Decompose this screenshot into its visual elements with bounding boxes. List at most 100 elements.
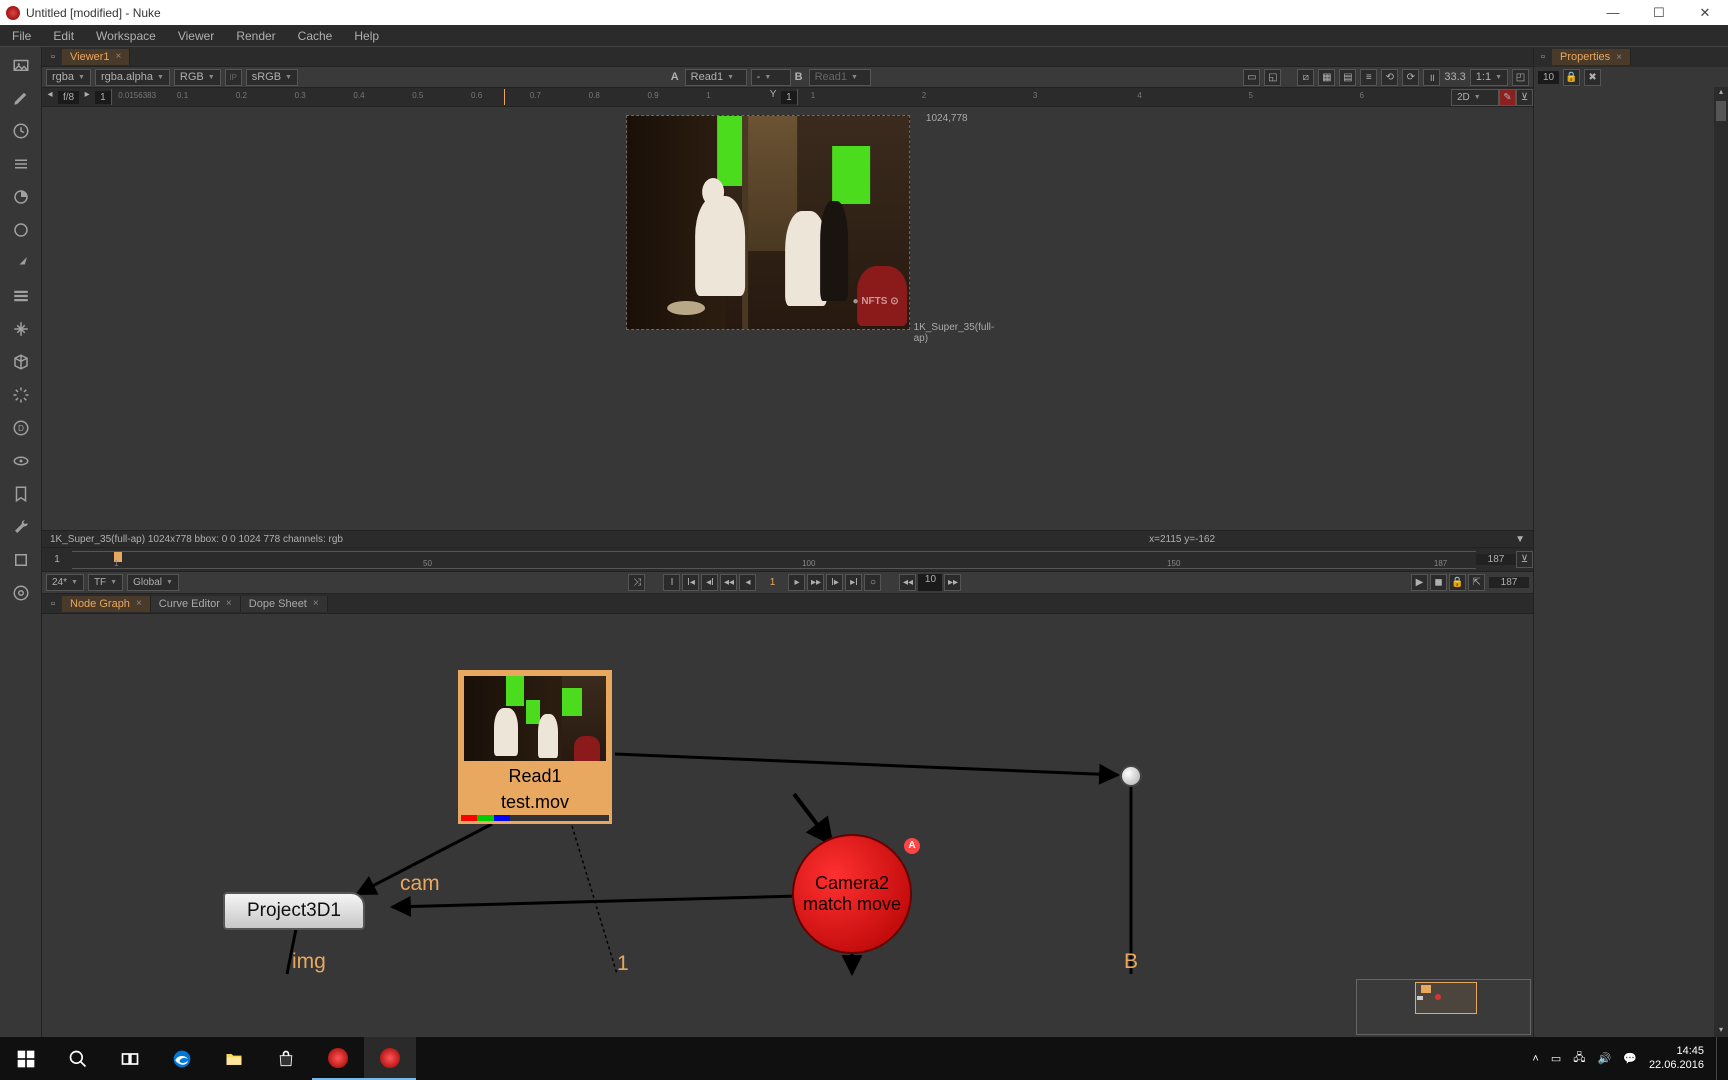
tool-toolsets-icon[interactable]	[11, 517, 31, 537]
overlay-icon[interactable]: ▦	[1318, 69, 1335, 86]
tool-image-icon[interactable]	[11, 55, 31, 75]
shuffle-icon[interactable]: ⤨	[628, 574, 645, 591]
clear-all-icon[interactable]: ✖	[1584, 69, 1601, 86]
tab-properties[interactable]: Properties×	[1552, 49, 1631, 65]
roi-icon[interactable]: ▭	[1243, 69, 1260, 86]
flipbook-icon[interactable]: ⇱	[1468, 574, 1485, 591]
tray-chevron-up-icon[interactable]: ˄	[1532, 1053, 1538, 1065]
layer-dropdown[interactable]: rgba▼	[46, 69, 91, 86]
lut-dropdown[interactable]: sRGB▼	[246, 69, 298, 86]
node-read1[interactable]: Read1 test.mov	[458, 670, 612, 824]
fps-dropdown[interactable]: 24*▼	[46, 574, 84, 591]
menu-render[interactable]: Render	[232, 27, 279, 45]
in-point-icon[interactable]: I	[663, 574, 680, 591]
skip-back-icon[interactable]: ◂◂	[899, 574, 916, 591]
skip-frames[interactable]: 10	[918, 574, 942, 591]
chevron-down-icon[interactable]: ▼	[1515, 534, 1525, 545]
tab-node-graph[interactable]: Node Graph×	[62, 596, 151, 612]
tray-battery-icon[interactable]: ▭	[1551, 1052, 1561, 1065]
playback-end[interactable]: 187	[1489, 577, 1529, 588]
reload-icon[interactable]: ⟳	[1402, 69, 1419, 86]
node-dot[interactable]	[1120, 765, 1142, 787]
step-back-icon[interactable]: ◂◂	[720, 574, 737, 591]
start-button[interactable]	[0, 1037, 52, 1080]
close-icon[interactable]: ×	[116, 51, 122, 62]
viewer-viewport[interactable]: 1024,778 ● NFTS ⊙ 1K_	[42, 107, 1533, 530]
maximize-button[interactable]: ☐	[1636, 0, 1682, 25]
tool-all-plugins-icon[interactable]	[11, 583, 31, 603]
out-point-icon[interactable]: ○	[864, 574, 881, 591]
tab-viewer1[interactable]: Viewer1 ×	[62, 49, 130, 65]
tool-metadata-icon[interactable]	[11, 484, 31, 504]
timeline-end[interactable]: 187	[1476, 554, 1516, 565]
tf-dropdown[interactable]: TF▼	[88, 574, 123, 591]
close-icon[interactable]: ×	[136, 598, 142, 609]
close-icon[interactable]: ×	[226, 598, 232, 609]
node-project3d1[interactable]: Project3D1	[223, 892, 365, 930]
tool-time-icon[interactable]	[11, 121, 31, 141]
wipe-dropdown[interactable]: -▼	[751, 69, 791, 86]
properties-scrollbar[interactable]: ▴ ▾	[1714, 87, 1728, 1037]
tool-merge-icon[interactable]	[11, 286, 31, 306]
taskbar-nuke-2[interactable]	[364, 1037, 416, 1080]
tool-particles-icon[interactable]	[11, 385, 31, 405]
guides-icon[interactable]: ≡	[1360, 69, 1377, 86]
colorspace-dropdown[interactable]: RGB▼	[174, 69, 221, 86]
tool-channel-icon[interactable]	[11, 154, 31, 174]
gamma-slider[interactable]: 1 2 3 4 5 6	[797, 89, 1451, 105]
clip-icon[interactable]: ▤	[1339, 69, 1356, 86]
tab-curve-editor[interactable]: Curve Editor×	[151, 596, 241, 612]
nodegraph-minimap[interactable]	[1356, 979, 1531, 1035]
timeline-start[interactable]: 1	[42, 554, 72, 565]
channel-dropdown[interactable]: rgba.alpha▼	[95, 69, 170, 86]
skip-fwd-icon[interactable]: ▸▸	[944, 574, 961, 591]
step-fwd-key-icon[interactable]: I▸	[826, 574, 843, 591]
tool-other-icon[interactable]	[11, 550, 31, 570]
show-desktop-button[interactable]	[1716, 1037, 1722, 1080]
tool-3d-icon[interactable]	[11, 352, 31, 372]
next-icon[interactable]: ▸	[79, 89, 95, 105]
scope-dropdown[interactable]: Global▼	[127, 574, 179, 591]
menu-help[interactable]: Help	[350, 27, 383, 45]
tray-clock[interactable]: 14:45 22.06.2016	[1649, 1045, 1704, 1071]
fstop-value[interactable]: f/8	[58, 91, 79, 104]
menu-file[interactable]: File	[8, 27, 35, 45]
search-icon[interactable]	[52, 1037, 104, 1080]
taskbar-store[interactable]	[260, 1037, 312, 1080]
bounce-icon[interactable]: ◼	[1430, 574, 1447, 591]
close-icon[interactable]: ×	[313, 598, 319, 609]
prev-icon[interactable]: ◂	[42, 89, 58, 105]
current-frame[interactable]: 1	[760, 577, 784, 588]
bbox-icon[interactable]: ◰	[1512, 69, 1529, 86]
taskbar-nuke-1[interactable]	[312, 1037, 364, 1080]
menu-edit[interactable]: Edit	[49, 27, 78, 45]
properties-max-count[interactable]: 10	[1538, 71, 1559, 84]
play-back-icon[interactable]: ◂	[739, 574, 756, 591]
timeline-menu-icon[interactable]: ⊻	[1516, 551, 1533, 568]
pin-icon[interactable]: ▫	[1534, 51, 1552, 63]
lock-icon[interactable]: 🔒	[1563, 69, 1580, 86]
taskbar-explorer[interactable]	[208, 1037, 260, 1080]
input-b-dropdown[interactable]: Read1▼	[809, 69, 871, 86]
menu-workspace[interactable]: Workspace	[92, 27, 160, 45]
menu-viewer[interactable]: Viewer	[174, 27, 218, 45]
go-start-icon[interactable]: I◂	[682, 574, 699, 591]
ip-toggle[interactable]: IP	[225, 69, 242, 86]
tool-views-icon[interactable]	[11, 451, 31, 471]
tray-notifications-icon[interactable]: 💬	[1623, 1052, 1637, 1065]
menu-cache[interactable]: Cache	[294, 27, 337, 45]
view-mode-dropdown[interactable]: 2D▼	[1451, 89, 1499, 106]
tray-network-icon[interactable]: 🖧	[1573, 1049, 1585, 1068]
tool-keyer-icon[interactable]	[11, 253, 31, 273]
input-a-dropdown[interactable]: Read1▼	[685, 69, 747, 86]
tool-draw-icon[interactable]	[11, 88, 31, 108]
tool-transform-icon[interactable]	[11, 319, 31, 339]
taskbar-edge[interactable]	[156, 1037, 208, 1080]
clip-warn-icon[interactable]: ⧄	[1297, 69, 1314, 86]
refresh-icon[interactable]: ⟲	[1381, 69, 1398, 86]
proxy-icon[interactable]: ◱	[1264, 69, 1281, 86]
tool-filter-icon[interactable]	[11, 220, 31, 240]
loop-icon[interactable]: ▶	[1411, 574, 1428, 591]
tool-deep-icon[interactable]: D	[11, 418, 31, 438]
wipe-bar-icon[interactable]: ⊻	[1516, 89, 1533, 106]
